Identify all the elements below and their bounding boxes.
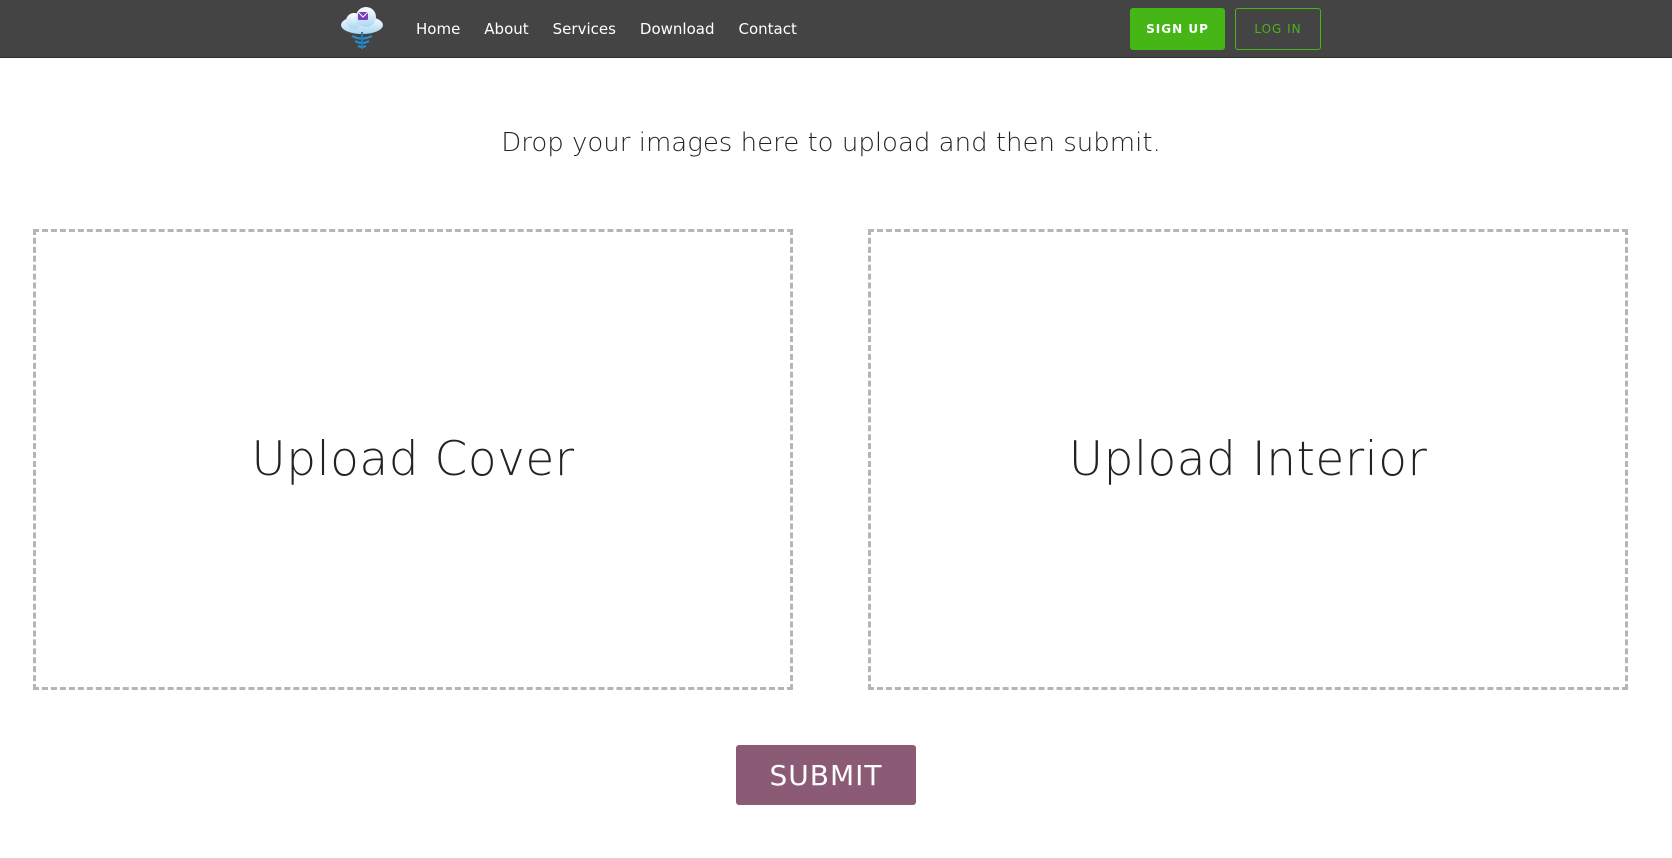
nav-link-home[interactable]: Home xyxy=(416,20,460,38)
upload-cover-label: Upload Cover xyxy=(251,432,575,487)
page-headline: Drop your images here to upload and then… xyxy=(501,128,1161,158)
upload-cover-dropzone[interactable]: Upload Cover xyxy=(33,229,793,690)
top-navbar: Home About Services Download Contact SIG… xyxy=(0,0,1672,57)
submit-button[interactable]: SUBMIT xyxy=(736,745,916,805)
upload-interior-dropzone[interactable]: Upload Interior xyxy=(868,229,1628,690)
signup-button[interactable]: SIGN UP xyxy=(1130,8,1225,50)
login-button[interactable]: LOG IN xyxy=(1235,8,1321,50)
nav-link-about[interactable]: About xyxy=(484,20,528,38)
upload-interior-label: Upload Interior xyxy=(1068,432,1428,487)
main-nav: Home About Services Download Contact xyxy=(404,0,809,57)
nav-link-services[interactable]: Services xyxy=(553,20,616,38)
nav-link-download[interactable]: Download xyxy=(640,20,715,38)
nav-link-contact[interactable]: Contact xyxy=(738,20,796,38)
cloud-mail-icon[interactable] xyxy=(338,6,386,50)
